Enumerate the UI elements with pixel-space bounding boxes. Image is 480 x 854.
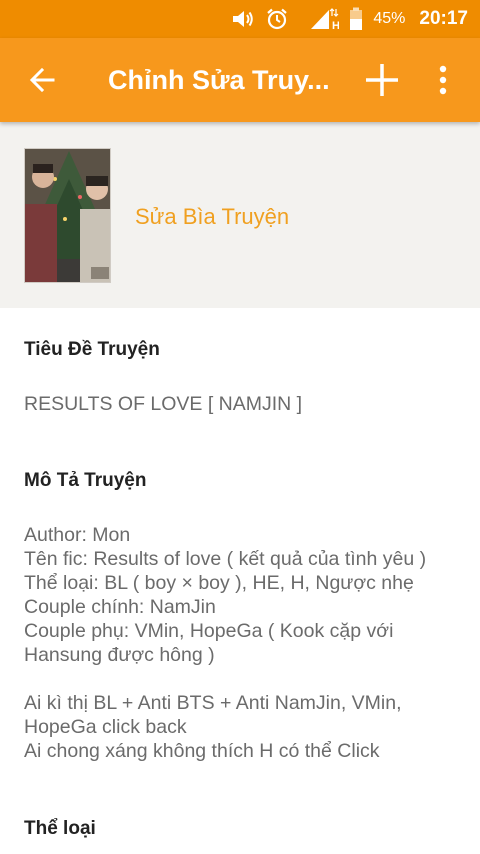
description-line: Hansung được hông ) (24, 644, 215, 666)
description-line: Author: Mon (24, 524, 131, 546)
app-toolbar: Chỉnh Sửa Truy... (0, 38, 480, 122)
svg-text:H: H (332, 20, 339, 31)
edit-cover-button[interactable]: Sửa Bìa Truyện (135, 204, 289, 230)
description-line: HopeGa click back (24, 716, 187, 738)
page-title: Chỉnh Sửa Truy... (108, 64, 330, 95)
alarm-icon (265, 7, 289, 31)
status-bar: H 45% 20:17 (0, 0, 480, 38)
description-line: Tên fic: Results of love ( kết quả của t… (24, 548, 427, 570)
description-line (24, 667, 464, 691)
description-line: Couple phụ: VMin, HopeGa ( Kook cặp với (24, 620, 394, 642)
more-vert-icon (439, 65, 447, 95)
description-line: Ai chong xáng không thích H có thể Click (24, 740, 380, 762)
add-button[interactable] (350, 38, 414, 122)
title-field[interactable]: RESULTS OF LOVE [ NAMJIN ] (24, 392, 302, 416)
cover-section: Sửa Bìa Truyện (0, 122, 480, 308)
back-button[interactable] (0, 38, 84, 122)
title-label: Tiêu Đề Truyện (24, 339, 160, 360)
signal-icon: H (309, 7, 339, 31)
description-line: Couple chính: NamJin (24, 596, 216, 618)
battery-icon (349, 7, 363, 31)
cover-image[interactable] (24, 148, 111, 283)
status-time: 20:17 (419, 8, 468, 29)
battery-percent: 45% (373, 10, 406, 27)
more-options-button[interactable] (414, 38, 472, 122)
description-line: Thể loại: BL ( boy × boy ), HE, H, Ngược… (24, 572, 414, 594)
genre-label: Thể loại (24, 818, 96, 839)
plus-icon (366, 64, 398, 96)
description-field[interactable]: Author: Mon Tên fic: Results of love ( k… (24, 523, 464, 763)
description-label: Mô Tả Truyện (24, 470, 147, 491)
volume-icon (231, 8, 255, 30)
description-line: Ai kì thị BL + Anti BTS + Anti NamJin, V… (24, 692, 402, 714)
arrow-back-icon (29, 67, 55, 93)
